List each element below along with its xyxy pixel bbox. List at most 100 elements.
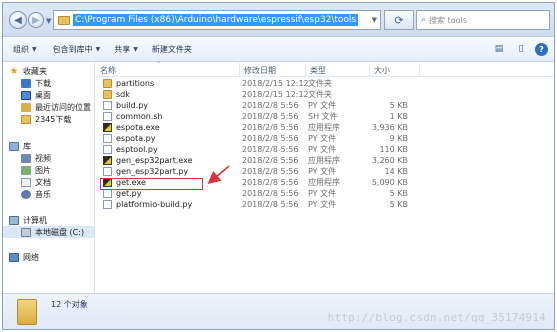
column-header-size[interactable]: 大小: [370, 63, 420, 77]
file-name[interactable]: platformio-build.py: [116, 199, 192, 210]
share-menu[interactable]: 共享 ▼: [114, 44, 138, 55]
include-in-library-label: 包含到库中: [52, 45, 93, 54]
hard-disk-icon: [21, 227, 31, 237]
forward-button[interactable]: ▶: [28, 12, 44, 28]
nav-downloads[interactable]: 下载: [21, 77, 94, 89]
file-row[interactable]: esptool.py 2018/2/8 5:56 PY 文件 110 KB: [96, 144, 416, 155]
exe-file-icon: [103, 123, 112, 132]
pictures-icon: [21, 165, 31, 175]
file-name[interactable]: sdk: [116, 89, 130, 100]
python-file-icon: [103, 189, 112, 198]
item-count: 12 个对象: [51, 300, 88, 309]
file-date: 2018/2/8 5:56: [242, 200, 299, 209]
nav-computer[interactable]: 计算机: [9, 214, 94, 226]
python-file-icon: [103, 200, 112, 209]
preview-pane-button[interactable]: ▯: [513, 42, 529, 56]
file-size: 5 KB: [389, 200, 408, 209]
recent-pages-dropdown[interactable]: ▼: [46, 17, 51, 25]
folder-icon: [103, 90, 112, 99]
column-size-label: 大小: [374, 65, 390, 75]
view-options-button[interactable]: ▤: [491, 42, 507, 56]
refresh-button[interactable]: ⟳: [384, 10, 414, 30]
column-type-label: 类型: [310, 65, 326, 75]
file-row[interactable]: common.sh 2018/2/8 5:56 SH 文件 1 KB: [96, 111, 416, 122]
file-row[interactable]: build.py 2018/2/8 5:56 PY 文件 5 KB: [96, 100, 416, 111]
videos-icon: [21, 153, 31, 163]
file-name[interactable]: gen_esp32part.exe: [116, 155, 193, 166]
file-type: PY 文件: [308, 189, 337, 198]
file-type: PY 文件: [308, 167, 337, 176]
include-in-library-menu[interactable]: 包含到库中 ▼: [53, 44, 101, 55]
nav-2345-downloads[interactable]: 2345下载: [21, 113, 94, 125]
nav-libraries-label: 库: [23, 141, 31, 151]
file-name[interactable]: esptool.py: [116, 144, 158, 155]
file-row[interactable]: gen_esp32part.py 2018/2/8 5:56 PY 文件 14 KB: [96, 166, 416, 177]
file-row[interactable]: sdk 2018/2/15 12:12 文件夹: [96, 89, 416, 100]
column-header-type[interactable]: 类型: [306, 63, 370, 77]
column-name-label: 名称: [100, 65, 116, 75]
back-button[interactable]: ◀: [9, 11, 27, 29]
file-date: 2018/2/8 5:56: [242, 134, 299, 143]
nav-network[interactable]: 网络: [9, 251, 94, 263]
nav-desktop[interactable]: 桌面: [21, 89, 94, 101]
file-date: 2018/2/8 5:56: [242, 167, 299, 176]
folder-icon: [103, 79, 112, 88]
file-type: SH 文件: [308, 112, 338, 121]
address-dropdown-icon[interactable]: ▼: [372, 16, 377, 24]
address-path[interactable]: C:\Program Files (x86)\Arduino\hardware\…: [73, 14, 359, 26]
exe-file-icon: [103, 156, 112, 165]
nav-pictures-label: 图片: [35, 165, 51, 175]
file-type: PY 文件: [308, 200, 337, 209]
new-folder-button[interactable]: 新建文件夹: [152, 44, 192, 55]
file-date: 2018/2/8 5:56: [242, 101, 299, 110]
organize-menu[interactable]: 组织 ▼: [13, 44, 37, 55]
address-field[interactable]: C:\Program Files (x86)\Arduino\hardware\…: [53, 10, 381, 30]
file-name[interactable]: espota.py: [116, 133, 155, 144]
file-name[interactable]: partitions: [116, 78, 154, 89]
chevron-down-icon: ▼: [32, 46, 37, 53]
search-input[interactable]: ⌕ 搜索 tools: [416, 10, 550, 30]
file-row[interactable]: espota.exe 2018/2/8 5:56 应用程序 3,936 KB: [96, 122, 416, 133]
help-icon: ?: [539, 44, 544, 54]
nav-pictures[interactable]: 图片: [21, 164, 94, 176]
file-size: 5 KB: [389, 101, 408, 110]
file-row[interactable]: gen_esp32part.exe 2018/2/8 5:56 应用程序 3,260 …: [96, 155, 416, 166]
computer-icon: [9, 215, 19, 225]
file-date: 2018/2/15 12:12: [242, 79, 309, 88]
folder-icon: [17, 299, 37, 325]
file-type: PY 文件: [308, 145, 337, 154]
file-size: 9 KB: [389, 134, 408, 143]
file-name[interactable]: common.sh: [116, 111, 163, 122]
nav-music-label: 音乐: [35, 189, 51, 199]
nav-videos[interactable]: 视频: [21, 152, 94, 164]
nav-recent-places[interactable]: 最近访问的位置: [21, 101, 94, 113]
file-type: 文件夹: [308, 90, 332, 99]
command-bar: 组织 ▼ 包含到库中 ▼ 共享 ▼ 新建文件夹 ▤ ▯ ?: [3, 38, 554, 62]
help-button[interactable]: ?: [535, 42, 548, 56]
python-file-icon: [103, 167, 112, 176]
file-row[interactable]: partitions 2018/2/15 12:12 文件夹: [96, 78, 416, 89]
file-type: PY 文件: [308, 134, 337, 143]
column-header-name[interactable]: 名称 ^: [96, 61, 240, 77]
column-header-date[interactable]: 修改日期: [240, 63, 306, 77]
nav-libraries[interactable]: 库: [9, 140, 94, 152]
nav-favorites[interactable]: ★ 收藏夹: [9, 65, 94, 77]
file-name[interactable]: espota.exe: [116, 122, 160, 133]
file-name[interactable]: gen_esp32part.py: [116, 166, 188, 177]
file-size: 3,936 KB: [371, 123, 408, 132]
nav-downloads-label: 下载: [35, 78, 51, 88]
nav-local-disk-c[interactable]: 本地磁盘 (C:): [3, 226, 94, 238]
file-list: 名称 ^ 修改日期 类型 大小 partitions 2018/2/15 12:12…: [96, 61, 554, 293]
nav-favorites-label: 收藏夹: [23, 66, 47, 76]
folder-icon: [21, 114, 31, 124]
file-type: 文件夹: [308, 79, 332, 88]
chevron-down-icon: ▼: [133, 46, 138, 53]
file-name[interactable]: build.py: [116, 100, 148, 111]
refresh-icon: ⟳: [394, 13, 404, 27]
nav-computer-label: 计算机: [23, 215, 47, 225]
nav-documents[interactable]: 文档: [21, 176, 94, 188]
file-size: 1 KB: [389, 112, 408, 121]
nav-music[interactable]: 音乐: [21, 188, 94, 200]
file-row[interactable]: espota.py 2018/2/8 5:56 PY 文件 9 KB: [96, 133, 416, 144]
file-row[interactable]: platformio-build.py 2018/2/8 5:56 PY 文件 5 K…: [96, 199, 416, 210]
